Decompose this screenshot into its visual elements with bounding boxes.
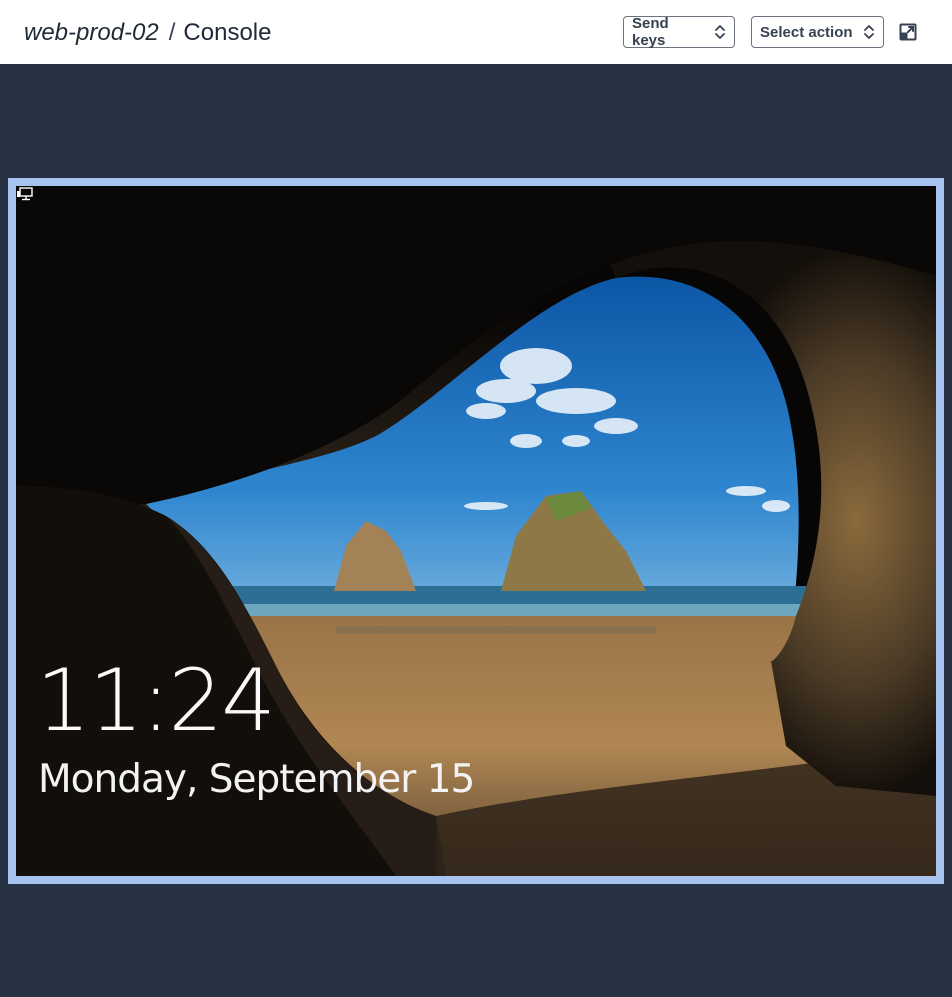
lock-screen-date: Monday, September 15 — [38, 757, 475, 802]
network-status-icon[interactable] — [16, 186, 34, 202]
select-action-select[interactable]: Select action — [751, 16, 884, 48]
instance-name: web-prod-02 — [24, 19, 159, 46]
chevron-up-down-icon — [715, 25, 725, 39]
chevron-up-down-icon — [864, 25, 874, 39]
lock-screen-time: 11:24 — [36, 651, 276, 751]
page-title: web-prod-02 / Console — [24, 16, 271, 50]
send-keys-label: Send keys — [632, 15, 669, 49]
lock-screen[interactable]: 11:24 Monday, September 15 — [16, 186, 936, 876]
page-name: Console — [183, 19, 272, 46]
console-frame[interactable]: 11:24 Monday, September 15 — [8, 178, 944, 884]
external-window-icon[interactable] — [896, 20, 920, 44]
send-keys-select[interactable]: Send keys — [623, 15, 735, 49]
title-separator: / — [168, 19, 176, 46]
console-header: web-prod-02 / Console Send keys Select act… — [0, 0, 952, 64]
select-action-label: Select action — [760, 23, 853, 41]
